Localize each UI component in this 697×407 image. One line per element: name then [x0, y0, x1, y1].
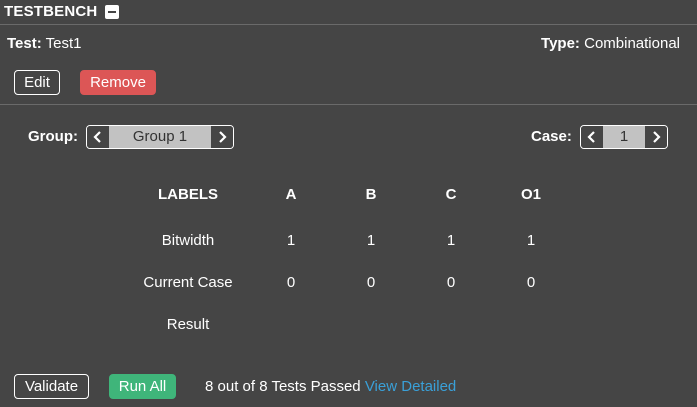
table-header-labels: LABELS — [158, 186, 218, 203]
remove-button[interactable]: Remove — [80, 70, 156, 95]
result-label: Result — [166, 316, 210, 333]
table-header-a: A — [285, 186, 297, 203]
bitwidth-c: 1 — [446, 232, 456, 249]
case-label: Case: — [531, 128, 572, 145]
bitwidth-o1: 1 — [526, 232, 536, 249]
edit-button[interactable]: Edit — [14, 70, 60, 95]
test-status-text: 8 out of 8 Tests Passed — [205, 378, 361, 395]
group-value: Group 1 — [109, 126, 211, 148]
bitwidth-label: Bitwidth — [161, 232, 215, 249]
group-next-icon[interactable] — [211, 126, 233, 148]
test-label: Test: — [7, 35, 42, 52]
view-detailed-link[interactable]: View Detailed — [365, 378, 456, 395]
testbench-panel: TESTBENCH Test: Test1 Type: Combinationa… — [0, 0, 697, 407]
testbench-header: TESTBENCH — [0, 0, 697, 25]
current-case-b: 0 — [366, 274, 376, 291]
run-all-button[interactable]: Run All — [109, 374, 176, 399]
group-prev-icon[interactable] — [87, 126, 109, 148]
test-info: Test: Test1 — [7, 35, 82, 52]
table-header-o1: O1 — [520, 186, 542, 203]
minimize-icon[interactable] — [105, 5, 119, 19]
current-case-o1: 0 — [526, 274, 536, 291]
divider — [0, 104, 697, 105]
group-label: Group: — [28, 128, 78, 145]
type-info: Type: Combinational — [541, 35, 680, 52]
bitwidth-a: 1 — [286, 232, 296, 249]
type-value: Combinational — [584, 35, 680, 52]
test-name: Test1 — [45, 35, 82, 52]
case-next-icon[interactable] — [645, 126, 667, 148]
table-header-c: C — [445, 186, 457, 203]
case-value: 1 — [603, 126, 645, 148]
current-case-a: 0 — [286, 274, 296, 291]
test-status: 8 out of 8 Tests Passed View Detailed — [205, 378, 456, 395]
group-selector: Group 1 — [86, 125, 234, 149]
case-selector: 1 — [580, 125, 668, 149]
testbench-title: TESTBENCH — [4, 3, 98, 20]
validate-button[interactable]: Validate — [14, 374, 89, 399]
case-prev-icon[interactable] — [581, 126, 603, 148]
current-case-label: Current Case — [143, 274, 233, 291]
table-header-b: B — [365, 186, 377, 203]
type-label: Type: — [541, 35, 580, 52]
current-case-c: 0 — [446, 274, 456, 291]
bitwidth-b: 1 — [366, 232, 376, 249]
